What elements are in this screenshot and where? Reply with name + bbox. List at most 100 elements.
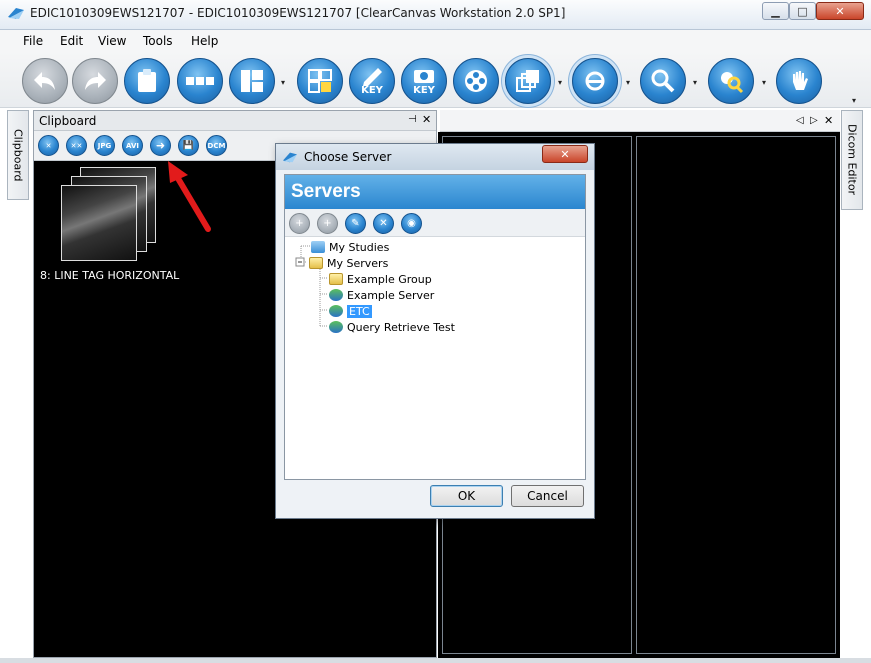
- dialog-close-button[interactable]: ✕: [542, 145, 588, 163]
- add-group-button[interactable]: +: [317, 213, 338, 234]
- clipboard-thumbnail[interactable]: [61, 185, 137, 261]
- clearcanvas-logo-icon: [283, 152, 297, 163]
- grid-layout-icon: [241, 70, 263, 92]
- server-globe-icon: [329, 289, 343, 301]
- undo-button[interactable]: [22, 58, 68, 104]
- edit-server-button[interactable]: ✎: [345, 213, 366, 234]
- verify-server-button[interactable]: ◉: [401, 213, 422, 234]
- clipboard-header: Clipboard ⊣ ✕: [34, 111, 436, 131]
- clearcanvas-logo-icon: [8, 8, 24, 19]
- zoom-button[interactable]: [640, 58, 686, 104]
- film-reel-icon: [465, 70, 487, 92]
- servers-toolbar: + + ✎ ✕ ◉: [285, 209, 585, 237]
- tree-item-label: My Studies: [329, 240, 390, 254]
- dialog-titlebar: Choose Server ✕: [276, 144, 594, 170]
- close-window-button[interactable]: ✕: [816, 2, 864, 20]
- pan-button[interactable]: [776, 58, 822, 104]
- menu-file[interactable]: File: [23, 34, 43, 48]
- delete-item-button[interactable]: ✕: [38, 135, 59, 156]
- servers-panel: Servers + + ✎ ✕ ◉ My Studies My Servers: [284, 174, 586, 480]
- bottom-border: [0, 658, 871, 663]
- key-image-camera-button[interactable]: KEY: [401, 58, 447, 104]
- servers-title: Servers: [291, 181, 361, 202]
- tree-item-example-server[interactable]: Example Server: [329, 287, 434, 303]
- window-level-icon: [585, 71, 605, 91]
- menu-bar: File Edit View Tools Help: [0, 30, 871, 52]
- tree-item-example-group[interactable]: Example Group: [329, 271, 432, 287]
- pin-icon[interactable]: ⊣: [408, 114, 417, 125]
- close-panel-icon[interactable]: ✕: [422, 113, 431, 126]
- folder-open-icon: [309, 257, 323, 269]
- export-avi-button[interactable]: AVI: [122, 135, 143, 156]
- cancel-button[interactable]: Cancel: [511, 485, 584, 507]
- tree-item-label: ETC: [347, 304, 372, 318]
- clipboard-tool-button[interactable]: [124, 58, 170, 104]
- tree-item-label: Example Server: [347, 288, 435, 302]
- stack-button[interactable]: [505, 58, 551, 104]
- magnifier-icon: [651, 69, 675, 93]
- layout-dropdown-arrow[interactable]: ▾: [281, 78, 285, 87]
- tree-item-my-studies[interactable]: My Studies: [311, 239, 389, 255]
- delete-server-button[interactable]: ✕: [373, 213, 394, 234]
- toolbar-overflow-arrow[interactable]: ▾: [852, 96, 856, 105]
- menu-edit[interactable]: Edit: [60, 34, 83, 48]
- folder-icon: [329, 273, 343, 285]
- scroll-left-icon[interactable]: ◁: [796, 115, 804, 126]
- minimize-button[interactable]: ▁: [762, 2, 789, 20]
- send-to-button[interactable]: ➜: [150, 135, 171, 156]
- tree-item-query-retrieve-test[interactable]: Query Retrieve Test: [329, 319, 455, 335]
- cine-button[interactable]: [453, 58, 499, 104]
- close-viewer-icon[interactable]: ✕: [824, 114, 833, 127]
- save-button[interactable]: 💾: [178, 135, 199, 156]
- export-dcm-button[interactable]: DCM: [206, 135, 227, 156]
- stack-windows-icon: [516, 70, 539, 92]
- delete-all-button[interactable]: ✕✕: [66, 135, 87, 156]
- menu-tools[interactable]: Tools: [143, 34, 173, 48]
- key-label-2: KEY: [413, 85, 435, 96]
- stack-dropdown-arrow[interactable]: ▾: [558, 78, 562, 87]
- undo-icon: [34, 72, 55, 90]
- dicom-editor-side-tab[interactable]: Dicom Editor: [841, 110, 863, 210]
- display-sets-button[interactable]: [297, 58, 343, 104]
- export-jpg-button[interactable]: JPG: [94, 135, 115, 156]
- image-sets-icon: [308, 69, 332, 93]
- probe-magnifier-icon: [721, 72, 744, 94]
- maximize-button[interactable]: □: [789, 2, 816, 20]
- tree-item-label: Query Retrieve Test: [347, 320, 455, 334]
- tiles-row-icon: [186, 77, 214, 85]
- layout-row-button[interactable]: [177, 58, 223, 104]
- window-titlebar: EDIC1010309EWS121707 - EDIC1010309EWS121…: [0, 0, 871, 30]
- window-level-button[interactable]: [572, 58, 618, 104]
- clipboard-side-tab[interactable]: Clipboard: [7, 110, 29, 200]
- key-label: KEY: [361, 85, 383, 96]
- key-image-pencil-button[interactable]: KEY: [349, 58, 395, 104]
- layout-grid-button[interactable]: [229, 58, 275, 104]
- window-title: EDIC1010309EWS121707 - EDIC1010309EWS121…: [30, 6, 566, 20]
- thumbnail-label: 8: LINE TAG HORIZONTAL: [40, 269, 180, 282]
- clipboard-title: Clipboard: [39, 114, 97, 128]
- zoom-dropdown-arrow[interactable]: ▾: [693, 78, 697, 87]
- red-arrow-annotation: [168, 161, 211, 232]
- servers-header: Servers: [285, 175, 585, 209]
- menu-help[interactable]: Help: [191, 34, 218, 48]
- hand-icon: [793, 71, 808, 90]
- ok-button[interactable]: OK: [430, 485, 503, 507]
- server-tree: My Studies My Servers Example Group Exam…: [285, 237, 585, 479]
- main-toolbar: ▾ KEY KEY ▾ ▾ ▾ ▾ ▾: [0, 52, 871, 108]
- tree-item-label: Example Group: [347, 272, 432, 286]
- window-level-dropdown-arrow[interactable]: ▾: [626, 78, 630, 87]
- redo-icon: [85, 72, 106, 90]
- redo-button[interactable]: [72, 58, 118, 104]
- scroll-right-icon[interactable]: ▷: [810, 115, 818, 126]
- probe-dropdown-arrow[interactable]: ▾: [762, 78, 766, 87]
- tree-item-label: My Servers: [327, 256, 389, 270]
- tree-item-my-servers[interactable]: My Servers: [309, 255, 388, 271]
- tree-item-etc[interactable]: ETC: [329, 303, 372, 319]
- probe-button[interactable]: [708, 58, 754, 104]
- dialog-title: Choose Server: [304, 150, 392, 164]
- menu-view[interactable]: View: [98, 34, 126, 48]
- viewport-2[interactable]: [636, 136, 836, 654]
- viewer-tab-strip: ◁ ▷ ✕: [440, 110, 840, 132]
- clipboard-side-tab-label: Clipboard: [11, 128, 25, 182]
- add-server-button[interactable]: +: [289, 213, 310, 234]
